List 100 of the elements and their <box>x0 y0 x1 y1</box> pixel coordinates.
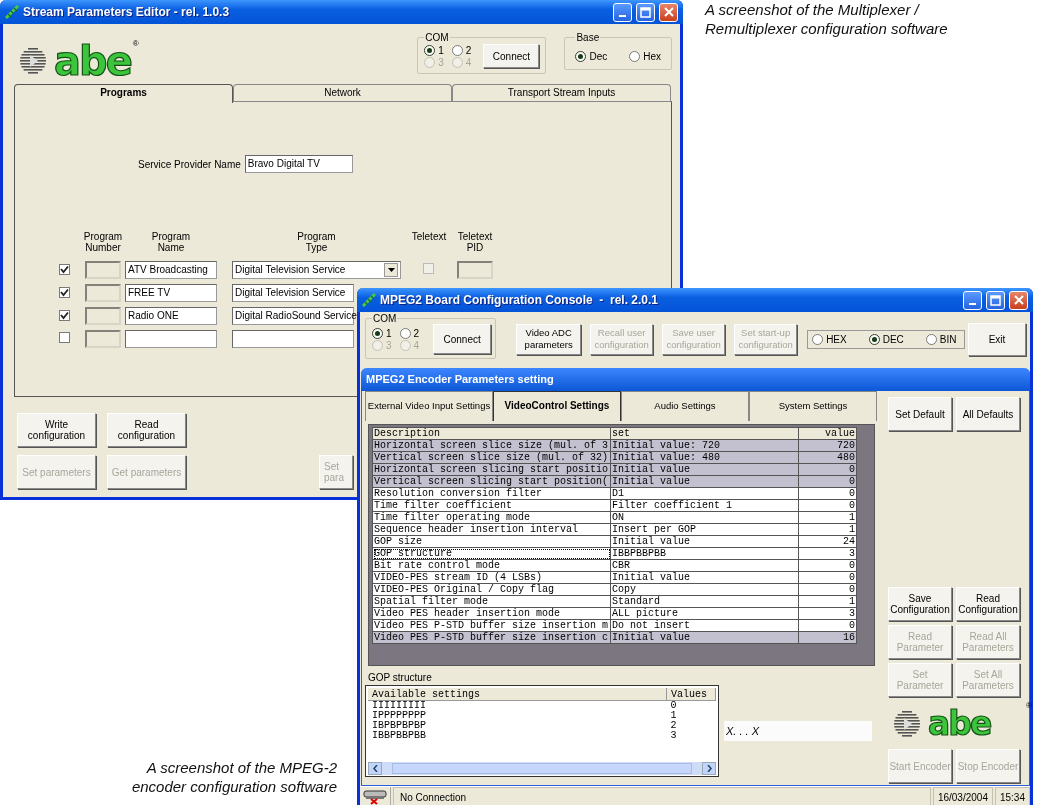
connect-button[interactable]: Connect <box>433 324 492 354</box>
close-button[interactable] <box>1009 290 1028 310</box>
text-field[interactable]: Radio ONE <box>125 306 217 325</box>
radio-button[interactable] <box>451 44 463 56</box>
table-cell[interactable]: 1 <box>798 595 857 608</box>
list-item[interactable]: IIIIIIIII <box>368 700 667 711</box>
table-cell[interactable]: Initial value <box>610 571 799 584</box>
table-cell[interactable]: 0 <box>798 583 857 596</box>
table-cell[interactable]: Spatial filter mode <box>372 595 611 608</box>
table-cell[interactable]: D1 <box>610 487 799 500</box>
table-cell[interactable]: 0 <box>798 619 857 632</box>
minimize-button[interactable] <box>963 290 982 310</box>
table-cell[interactable]: Time filter operating mode <box>372 511 611 524</box>
dropdown[interactable]: Digital Television Service <box>232 260 401 279</box>
column-header: Program Name <box>151 231 191 253</box>
table-cell[interactable]: 1 <box>798 523 857 536</box>
text-field[interactable]: Digital Television Service <box>232 283 354 302</box>
list-item[interactable]: IBBPBBPBB <box>368 731 667 741</box>
text-field[interactable] <box>232 329 354 348</box>
table-cell[interactable]: Initial value <box>610 535 799 548</box>
table-cell[interactable]: ON <box>610 511 799 524</box>
table-cell[interactable]: 3 <box>798 607 857 620</box>
table-cell[interactable]: Video PES P-STD buffer size insertion m <box>372 619 611 632</box>
table-cell[interactable]: IBBPBBPBB <box>610 547 799 560</box>
maximize-button[interactable] <box>636 2 655 22</box>
table-cell[interactable]: 0 <box>798 559 857 572</box>
scroll-left-button[interactable] <box>368 762 382 775</box>
close-button[interactable] <box>659 2 678 22</box>
toolbar-button[interactable]: Video ADC parameters <box>516 323 582 355</box>
table-cell[interactable]: Filter coefficient 1 <box>610 499 799 512</box>
table-cell[interactable]: Resolution conversion filter <box>372 487 611 500</box>
column-header: Available settings <box>368 688 667 701</box>
radio-label: BIN <box>939 333 957 345</box>
table-cell[interactable]: Standard <box>610 595 799 608</box>
tab[interactable]: Transport Stream Inputs <box>452 84 671 101</box>
number-field[interactable] <box>85 329 121 348</box>
radio-button[interactable] <box>424 44 436 56</box>
tab[interactable]: External Video Input Settings <box>365 391 493 421</box>
table-cell[interactable]: GOP size <box>372 535 611 548</box>
text-field[interactable]: ATV Broadcasting <box>125 260 217 279</box>
action-button[interactable]: Save Configuration <box>888 587 952 621</box>
table-cell[interactable]: 1 <box>798 511 857 524</box>
checkbox[interactable] <box>59 332 70 343</box>
column-header: Description <box>372 427 611 440</box>
radio-label: 1 <box>386 327 392 339</box>
checkbox[interactable] <box>423 263 434 274</box>
checkbox[interactable] <box>59 286 70 298</box>
checkbox[interactable] <box>59 263 70 275</box>
striped-circle-icon <box>18 46 48 76</box>
radio-button[interactable] <box>868 333 880 345</box>
number-field[interactable] <box>85 283 121 302</box>
table-cell[interactable]: Time filter coefficient <box>372 499 611 512</box>
action-button[interactable]: All Defaults <box>956 397 1020 431</box>
connect-button[interactable]: Connect <box>483 44 540 68</box>
pid-field[interactable] <box>457 260 493 279</box>
table-cell[interactable]: 0 <box>798 571 857 584</box>
tab[interactable]: Audio Settings <box>621 391 749 421</box>
tab[interactable]: System Settings <box>749 391 877 421</box>
table-cell[interactable]: Sequence header insertion interval <box>372 523 611 536</box>
table-cell[interactable]: Copy <box>610 583 799 596</box>
scroll-right-button[interactable] <box>702 762 716 775</box>
action-button[interactable]: Set Default <box>888 397 952 431</box>
table-cell[interactable]: VIDEO-PES stream ID (4 LSBs) <box>372 571 611 584</box>
table-cell[interactable]: CBR <box>610 559 799 572</box>
radio-button[interactable] <box>372 327 383 339</box>
table-cell[interactable]: Insert per GOP <box>610 523 799 536</box>
table-cell[interactable]: VIDEO-PES Original / Copy flag <box>372 583 611 596</box>
exit-button[interactable]: Exit <box>968 322 1026 356</box>
action-button[interactable]: Read configuration <box>107 413 186 447</box>
table-cell[interactable]: 3 <box>798 547 857 560</box>
table-cell[interactable]: Do not insert <box>610 619 799 632</box>
table-cell[interactable]: 24 <box>798 535 857 548</box>
radio-button[interactable] <box>925 333 937 345</box>
table-cell[interactable]: ALL picture <box>610 607 799 620</box>
list-item[interactable]: IPPPPPPPP <box>368 711 667 721</box>
number-field[interactable] <box>85 260 121 279</box>
tab[interactable]: Programs <box>14 84 233 103</box>
radio-button[interactable] <box>812 333 824 345</box>
checkbox[interactable] <box>59 309 70 321</box>
table-cell[interactable]: 0 <box>798 487 857 500</box>
tab[interactable]: Network <box>233 84 452 101</box>
table-cell[interactable]: 0 <box>798 499 857 512</box>
radio-button[interactable] <box>399 327 411 339</box>
action-button[interactable]: Read Configuration <box>956 587 1020 621</box>
minimize-button[interactable] <box>613 2 632 22</box>
action-button[interactable]: Write configuration <box>17 413 96 447</box>
text-field[interactable]: FREE TV <box>125 283 217 302</box>
radio-button[interactable] <box>629 50 641 62</box>
tab[interactable]: VideoControl Settings <box>493 391 621 421</box>
text-field[interactable]: Bravo Digital TV <box>244 155 353 173</box>
status-time: 15:34 <box>994 787 1030 805</box>
text-field[interactable] <box>125 329 217 348</box>
number-field[interactable] <box>85 306 121 325</box>
table-cell[interactable]: Bit rate control mode <box>372 559 611 572</box>
list-label: GOP structure <box>368 671 432 685</box>
scroll-thumb[interactable] <box>392 763 692 774</box>
table-cell[interactable]: Video PES header insertion mode <box>372 607 611 620</box>
maximize-button[interactable] <box>986 290 1005 310</box>
list-item[interactable]: IBPBPBPBP <box>368 721 667 731</box>
radio-button[interactable] <box>575 50 587 62</box>
